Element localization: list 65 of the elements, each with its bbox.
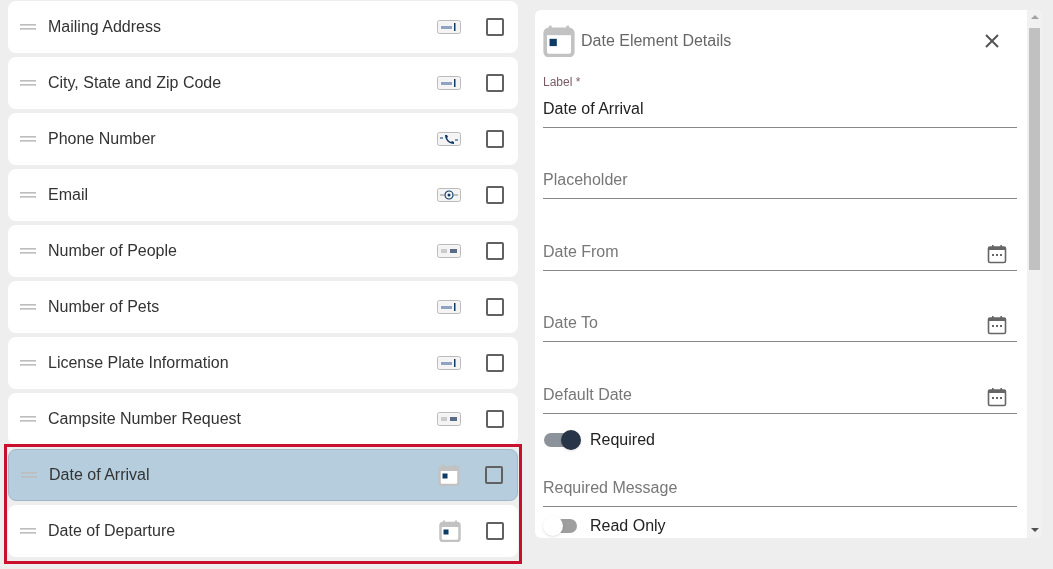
drag-handle-icon[interactable]	[20, 528, 36, 534]
date-field[interactable]: Date To	[543, 302, 1017, 343]
calendar-icon	[543, 25, 575, 58]
field-label: Email	[48, 185, 89, 205]
text-field-icon	[437, 20, 461, 34]
checkbox[interactable]	[486, 186, 504, 204]
field-row[interactable]: Date of Departure	[8, 505, 518, 557]
checkbox[interactable]	[486, 130, 504, 148]
checkbox[interactable]	[486, 354, 504, 372]
field-row[interactable]: Number of Pets	[8, 281, 518, 333]
drag-handle-icon[interactable]	[20, 24, 36, 30]
field-row[interactable]: Number of People	[8, 225, 518, 277]
checkbox[interactable]	[486, 298, 504, 316]
label-field[interactable]: Label * Date of Arrival	[543, 70, 1017, 128]
number-field-icon	[437, 244, 461, 258]
field-row[interactable]: License Plate Information	[8, 337, 518, 389]
checkbox[interactable]	[486, 410, 504, 428]
drag-handle-icon[interactable]	[20, 416, 36, 422]
at-sign-icon	[437, 188, 461, 202]
toggle-label: Required	[590, 429, 655, 450]
field-label: Campsite Number Request	[48, 409, 242, 429]
checkbox[interactable]	[486, 522, 504, 540]
number-field-icon	[437, 412, 461, 426]
field-row[interactable]: Mailing Address	[8, 1, 518, 53]
field-row[interactable]: City, State and Zip Code	[8, 57, 518, 109]
field-label: Number of Pets	[48, 297, 161, 317]
toggle-label: Read Only	[590, 516, 666, 536]
drag-handle-icon[interactable]	[20, 248, 36, 254]
drag-handle-icon[interactable]	[20, 360, 36, 366]
field-label: Date of Departure	[48, 521, 177, 541]
checkbox[interactable]	[486, 74, 504, 92]
drag-handle-icon[interactable]	[20, 192, 36, 198]
date-field[interactable]: Date From	[543, 231, 1017, 271]
field-row[interactable]: Campsite Number Request	[8, 393, 518, 445]
date-field[interactable]: Default Date	[543, 374, 1017, 414]
phone-icon	[437, 132, 461, 146]
calendar-icon	[439, 520, 461, 542]
checkbox[interactable]	[486, 18, 504, 36]
field-label: Phone Number	[48, 129, 157, 149]
panel-title: Date Element Details	[581, 31, 733, 52]
toggle-switch[interactable]	[543, 429, 581, 450]
text-field-icon	[437, 300, 461, 314]
field-row[interactable]: Email	[8, 169, 518, 221]
calendar-icon[interactable]	[987, 386, 1007, 407]
calendar-icon	[438, 464, 460, 486]
field-row[interactable]: Phone Number	[8, 113, 518, 165]
drag-handle-icon[interactable]	[20, 304, 36, 310]
field-label: Mailing Address	[48, 17, 162, 37]
checkbox[interactable]	[485, 466, 503, 484]
checkbox[interactable]	[486, 242, 504, 260]
drag-handle-icon[interactable]	[21, 472, 37, 478]
field-label: Number of People	[48, 241, 178, 261]
calendar-icon[interactable]	[987, 243, 1007, 264]
text-field-icon	[437, 356, 461, 370]
field-row[interactable]: Date of Arrival	[8, 449, 518, 501]
field-label: City, State and Zip Code	[48, 73, 223, 93]
field-label: License Plate Information	[48, 353, 230, 373]
calendar-icon[interactable]	[987, 315, 1007, 336]
close-icon[interactable]	[985, 34, 999, 49]
text-field[interactable]: Required Message	[543, 467, 1017, 507]
text-field-icon	[437, 76, 461, 90]
field-label: Date of Arrival	[49, 465, 151, 485]
drag-handle-icon[interactable]	[20, 136, 36, 142]
drag-handle-icon[interactable]	[20, 80, 36, 86]
text-field[interactable]: Placeholder	[543, 160, 1017, 200]
